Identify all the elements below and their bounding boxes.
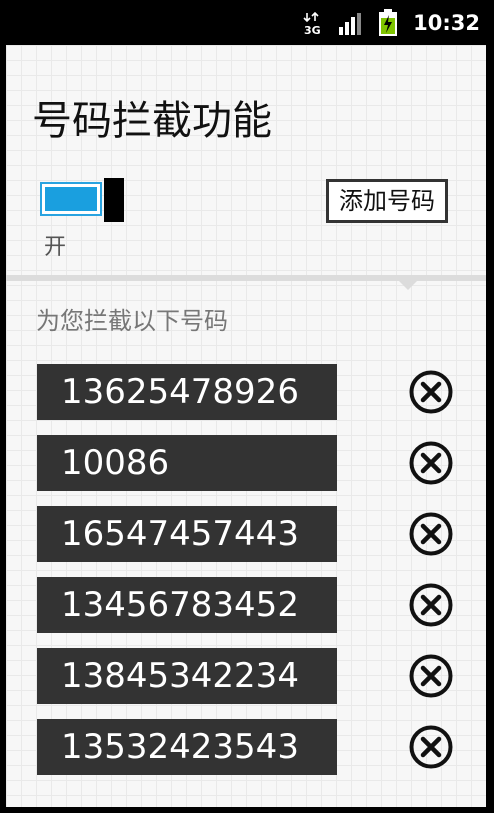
3g-data-icon: 3G <box>303 11 323 37</box>
blocked-list-header: 为您拦截以下号码 <box>36 307 228 335</box>
circle-x-icon[interactable] <box>408 511 454 557</box>
toggle-thumb[interactable] <box>104 178 124 222</box>
svg-text:3G: 3G <box>304 24 321 36</box>
circle-x-icon[interactable] <box>408 369 454 415</box>
list-item: 10086 <box>6 435 486 491</box>
list-item: 13845342234 <box>6 648 486 704</box>
blocked-number: 10086 <box>37 435 337 491</box>
circle-x-icon[interactable] <box>408 724 454 770</box>
list-item: 16547457443 <box>6 506 486 562</box>
circle-x-icon[interactable] <box>408 440 454 486</box>
blocked-number: 16547457443 <box>37 506 337 562</box>
divider-notch <box>399 281 417 290</box>
circle-x-icon[interactable] <box>408 653 454 699</box>
status-bar: 3G 10:32 <box>0 0 494 45</box>
toggle-track <box>40 182 102 216</box>
signal-strength-icon <box>338 12 364 36</box>
app-screen: 号码拦截功能 开 添加号码 为您拦截以下号码 13625478926 10086… <box>6 45 486 807</box>
blocked-number: 13532423543 <box>37 719 337 775</box>
status-time: 10:32 <box>413 11 480 35</box>
toggle-fill <box>45 187 97 211</box>
page-title: 号码拦截功能 <box>32 98 272 144</box>
blocked-number: 13625478926 <box>37 364 337 420</box>
circle-x-icon[interactable] <box>408 582 454 628</box>
blocked-number: 13456783452 <box>37 577 337 633</box>
list-item: 13625478926 <box>6 364 486 420</box>
add-number-button[interactable]: 添加号码 <box>326 179 448 223</box>
list-item: 13456783452 <box>6 577 486 633</box>
toggle-state-label: 开 <box>44 235 67 260</box>
blocked-number: 13845342234 <box>37 648 337 704</box>
battery-charging-icon <box>378 9 398 37</box>
list-item: 13532423543 <box>6 719 486 775</box>
block-toggle-switch[interactable] <box>40 178 124 222</box>
